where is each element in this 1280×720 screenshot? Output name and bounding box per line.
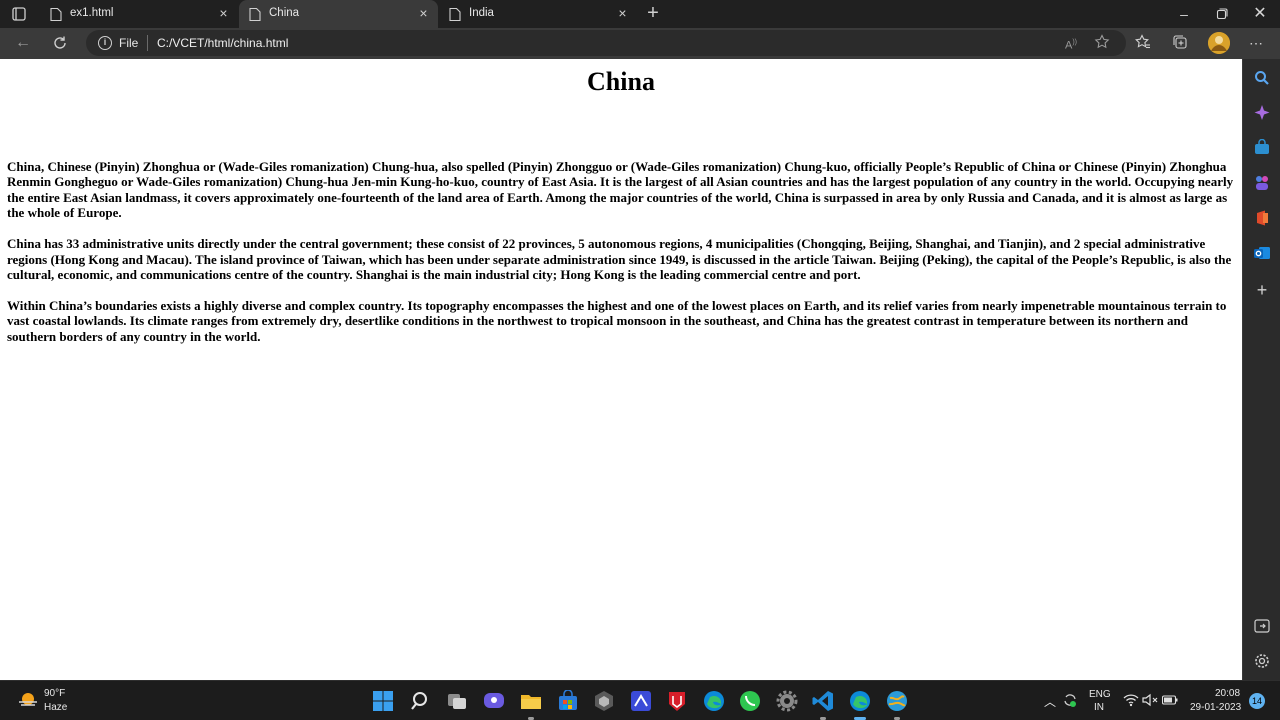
add-favorite-icon[interactable] — [1093, 34, 1111, 52]
outlook-icon[interactable] — [1253, 244, 1271, 262]
clock-time[interactable]: 20:08 — [1215, 688, 1240, 699]
language-region[interactable]: IN — [1094, 702, 1104, 713]
tab-india[interactable]: India × — [439, 0, 637, 28]
close-tab-icon[interactable]: × — [417, 6, 430, 20]
chat-icon[interactable] — [483, 690, 505, 712]
start-icon[interactable] — [372, 690, 394, 712]
shopping-icon[interactable] — [1253, 138, 1271, 157]
new-tab-button[interactable]: + — [643, 3, 663, 24]
office-icon[interactable] — [1253, 209, 1271, 227]
page-title: China — [587, 67, 655, 96]
edge-sidebar: + — [1242, 59, 1280, 680]
weather-description[interactable]: Haze — [44, 702, 67, 713]
powerapps-icon[interactable] — [630, 690, 652, 712]
paragraph: Within China’s boundaries exists a highl… — [7, 297, 1227, 344]
page-icon — [449, 7, 461, 22]
chevron-up-icon[interactable]: ︿ — [1044, 693, 1056, 710]
settings-icon[interactable] — [1253, 652, 1271, 670]
hide-sidebar-icon[interactable] — [1253, 617, 1271, 635]
divider — [147, 35, 148, 51]
vscode-icon[interactable] — [812, 690, 834, 720]
edge-icon[interactable] — [703, 690, 725, 712]
scheme-label: File — [119, 36, 139, 50]
app-icon[interactable] — [593, 690, 615, 712]
info-icon[interactable]: i — [98, 36, 112, 50]
battery-icon[interactable] — [1161, 694, 1178, 709]
tab-label: ex1.html — [70, 7, 114, 19]
settings-icon[interactable] — [776, 690, 798, 712]
store-icon[interactable] — [557, 689, 579, 712]
wifi-icon[interactable] — [1123, 693, 1139, 710]
edge-active-icon[interactable] — [849, 690, 871, 720]
url-text[interactable]: C:/VCET/html/china.html — [157, 36, 288, 50]
tab-china[interactable]: China × — [239, 0, 438, 28]
search-icon[interactable] — [1253, 69, 1271, 87]
address-bar[interactable]: i File C:/VCET/html/china.html — [86, 30, 1126, 56]
collections-icon[interactable] — [1171, 34, 1189, 52]
paragraph: China has 33 administrative units direct… — [7, 236, 1232, 282]
clock-date[interactable]: 29-01-2023 — [1190, 702, 1241, 713]
tab-label: China — [269, 7, 300, 19]
maximize-icon[interactable] — [1212, 4, 1232, 24]
back-icon[interactable]: ← — [13, 33, 33, 53]
tab-label: India — [469, 7, 494, 19]
discover-icon[interactable] — [1253, 104, 1271, 122]
close-window-icon[interactable]: ✕ — [1250, 4, 1270, 24]
more-options-icon[interactable]: ⋯ — [1247, 34, 1265, 52]
volume-muted-icon[interactable] — [1142, 693, 1158, 710]
language-indicator[interactable]: ENG — [1089, 689, 1111, 700]
taskbar: 90°F Haze ︿ ENG IN 20:08 29-01-2023 14 — [0, 680, 1280, 720]
file-explorer-icon[interactable] — [520, 690, 542, 720]
task-view-icon[interactable] — [446, 690, 468, 712]
refresh-icon[interactable] — [50, 33, 70, 53]
page-content: China, Chinese (Pinyin) Zhonghua or (Wad… — [7, 159, 1237, 360]
sync-icon[interactable] — [1062, 692, 1078, 711]
page-viewport: China China, Chinese (Pinyin) Zhonghua o… — [0, 59, 1242, 680]
search-icon[interactable] — [410, 690, 432, 712]
browser-toolbar: ← i File C:/VCET/html/china.html A)) ⋯ — [0, 28, 1280, 59]
page-icon — [50, 7, 62, 22]
weather-temperature[interactable]: 90°F — [44, 688, 65, 699]
minimize-icon[interactable]: – — [1174, 4, 1194, 24]
tab-actions-icon[interactable] — [10, 5, 28, 23]
browser-icon[interactable] — [886, 690, 908, 720]
profile-avatar[interactable] — [1208, 32, 1230, 54]
tab-ex1[interactable]: ex1.html × — [40, 0, 238, 28]
close-tab-icon[interactable]: × — [217, 6, 230, 20]
add-sidebar-app-icon[interactable]: + — [1253, 281, 1271, 299]
favorites-icon[interactable] — [1134, 34, 1152, 52]
tab-strip: ex1.html × China × India × + – ✕ — [0, 0, 1280, 28]
read-aloud-icon[interactable]: A)) — [1062, 34, 1080, 52]
paragraph: China, Chinese (Pinyin) Zhonghua or (Wad… — [7, 159, 1234, 221]
weather-sun-haze-icon[interactable] — [17, 691, 37, 707]
page-icon — [249, 7, 261, 22]
close-tab-icon[interactable]: × — [616, 6, 629, 20]
notification-badge[interactable]: 14 — [1249, 693, 1265, 709]
mcafee-icon[interactable] — [666, 690, 688, 712]
whatsapp-icon[interactable] — [739, 690, 761, 712]
tools-icon[interactable] — [1253, 174, 1271, 192]
